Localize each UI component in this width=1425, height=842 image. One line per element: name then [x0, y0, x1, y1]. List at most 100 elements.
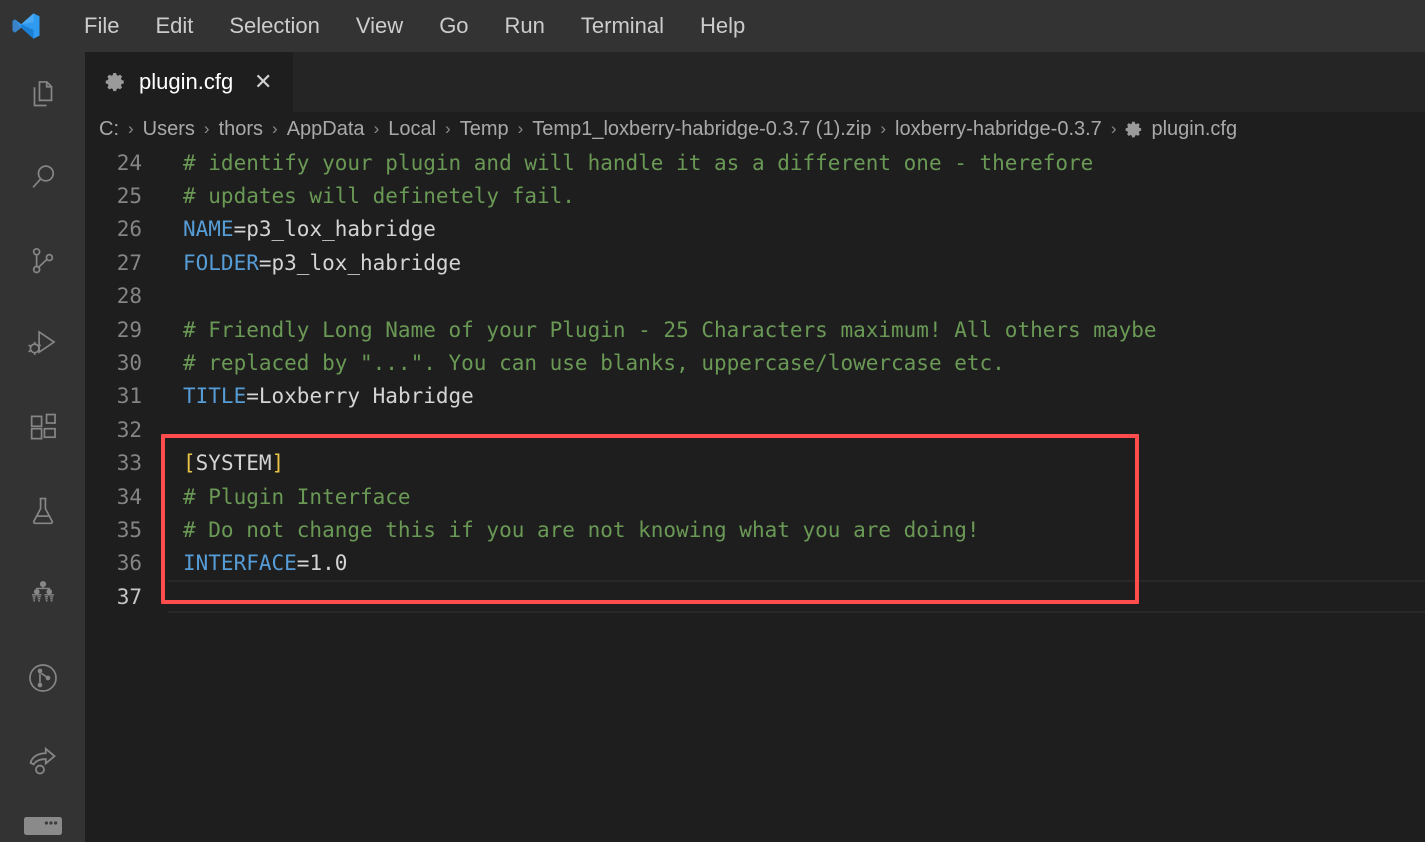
close-icon[interactable]: ✕	[251, 70, 275, 94]
token-section: SYSTEM	[195, 451, 272, 476]
activitybar-item-search[interactable]	[0, 135, 85, 218]
remote-window-icon	[23, 815, 63, 837]
code-line[interactable]: 37	[85, 580, 1425, 614]
activitybar-item-explorer[interactable]	[0, 52, 85, 135]
breadcrumb-item-temp[interactable]: Temp	[460, 118, 509, 141]
code-line[interactable]: 32	[85, 413, 1425, 446]
code-line[interactable]: 26 NAME=p3_lox_habridge	[85, 213, 1425, 246]
breadcrumb-separator: ›	[272, 119, 278, 138]
line-number: 24	[116, 150, 142, 175]
activitybar-item-testing[interactable]	[0, 469, 85, 552]
breadcrumb-separator: ›	[373, 119, 380, 138]
vscode-logo-icon	[0, 0, 52, 52]
code-line-text: # replaced by "...". You can use blanks,…	[155, 351, 1005, 375]
code-line-text: # Do not change this if you are not know…	[155, 518, 980, 542]
code-line[interactable]: 30 # replaced by "...". You can use blank…	[85, 346, 1425, 379]
menu-item-edit[interactable]: Edit	[137, 0, 211, 52]
code-line[interactable]: 33 [SYSTEM]	[85, 447, 1425, 480]
token-comment: # Plugin Interface	[183, 484, 411, 509]
token-comment: # updates will definetely fail.	[183, 184, 575, 209]
code-line[interactable]: 28	[85, 280, 1425, 313]
line-number: 29	[116, 317, 142, 342]
code-line[interactable]: 24 # identify your plugin and will handle…	[85, 146, 1425, 179]
line-number: 34	[116, 484, 142, 509]
line-number: 25	[116, 184, 142, 209]
breadcrumb-separator: ›	[128, 119, 134, 138]
tab-plugin-cfg[interactable]: plugin.cfg ✕	[85, 52, 294, 112]
code-line-text: # identify your plugin and will handle i…	[155, 151, 1093, 175]
code-line-text: FOLDER=p3_lox_habridge	[155, 251, 461, 275]
gear-icon	[1125, 120, 1144, 139]
token-key: FOLDER	[183, 250, 259, 275]
line-number: 33	[116, 451, 142, 476]
code-line[interactable]: 36 INTERFACE=1.0	[85, 547, 1425, 580]
beaker-icon	[26, 494, 60, 528]
token-comment: # Do not change this if you are not know…	[183, 517, 980, 542]
breadcrumb-item-zip[interactable]: Temp1_loxberry-habridge-0.3.7 (1).zip	[532, 118, 871, 141]
token-eq: =	[258, 250, 272, 275]
code-line[interactable]: 27 FOLDER=p3_lox_habridge	[85, 246, 1425, 279]
tab-label: plugin.cfg	[139, 69, 234, 94]
activitybar-item-source-control[interactable]	[0, 219, 85, 302]
current-line-highlight	[168, 580, 1425, 614]
line-number: 37	[116, 584, 142, 609]
code-line-text: NAME=p3_lox_habridge	[155, 217, 436, 241]
menu-item-help[interactable]: Help	[682, 0, 763, 52]
code-line-text: [SYSTEM]	[155, 451, 284, 475]
source-control-icon	[26, 244, 60, 278]
breadcrumb-separator: ›	[445, 119, 451, 138]
git-graph-circle-icon	[25, 660, 61, 696]
menu-item-selection[interactable]: Selection	[211, 0, 338, 52]
activitybar-item-run-debug[interactable]	[0, 302, 85, 385]
activitybar-item-extensions[interactable]	[0, 386, 85, 469]
line-number: 36	[116, 551, 142, 576]
token-bracket: [	[183, 451, 196, 476]
activitybar-item-share[interactable]	[0, 719, 85, 802]
menu-bar: File Edit Selection View Go Run Terminal…	[66, 0, 763, 52]
breadcrumb-item-local[interactable]: Local	[388, 118, 436, 141]
editor-group: plugin.cfg ✕ C: › Users › thors › AppDat…	[85, 52, 1425, 842]
code-line[interactable]: 31 TITLE=Loxberry Habridge	[85, 380, 1425, 413]
breadcrumb-separator: ›	[1110, 119, 1117, 138]
run-and-debug-icon	[25, 326, 61, 362]
activity-bar	[0, 52, 85, 842]
activitybar-item-hierarchy[interactable]	[0, 553, 85, 636]
line-number: 32	[116, 417, 142, 442]
code-line-text: # updates will definetely fail.	[155, 184, 575, 208]
menu-item-run[interactable]: Run	[487, 0, 563, 52]
token-key: INTERFACE	[183, 551, 297, 576]
menu-item-go[interactable]: Go	[421, 0, 486, 52]
code-line[interactable]: 25 # updates will definetely fail.	[85, 179, 1425, 212]
token-key: TITLE	[183, 384, 247, 409]
breadcrumb-item-appdata[interactable]: AppData	[287, 118, 365, 141]
code-lines-container: 24 # identify your plugin and will handle…	[85, 146, 1425, 842]
token-eq: =	[246, 384, 259, 409]
breadcrumb-item-users[interactable]: Users	[143, 118, 195, 141]
vscode-window: File Edit Selection View Go Run Terminal…	[0, 0, 1425, 842]
breadcrumb-item-file[interactable]: plugin.cfg	[1125, 118, 1237, 141]
menu-item-view[interactable]: View	[338, 0, 421, 52]
code-line[interactable]: 35 # Do not change this if you are not kn…	[85, 513, 1425, 546]
activitybar-item-git-graph[interactable]	[0, 636, 85, 719]
code-line[interactable]: 34 # Plugin Interface	[85, 480, 1425, 513]
line-number: 30	[116, 351, 142, 376]
breadcrumb: C: › Users › thors › AppData › Local › T…	[85, 112, 1425, 146]
breadcrumb-separator: ›	[203, 119, 210, 138]
code-line[interactable]: 29 # Friendly Long Name of your Plugin - …	[85, 313, 1425, 346]
token-comment: # Friendly Long Name of your Plugin - 25…	[183, 317, 1157, 342]
breadcrumb-file-label: plugin.cfg	[1151, 117, 1238, 140]
menu-item-file[interactable]: File	[66, 0, 137, 52]
breadcrumb-item-drive[interactable]: C:	[99, 118, 119, 141]
line-number: 31	[116, 384, 142, 409]
breadcrumb-separator: ›	[880, 119, 887, 138]
breadcrumb-item-folder[interactable]: loxberry-habridge-0.3.7	[895, 118, 1102, 141]
share-arrow-icon	[25, 743, 61, 779]
breadcrumb-item-thors[interactable]: thors	[219, 118, 263, 141]
token-num: 1.0	[309, 551, 348, 576]
menu-item-terminal[interactable]: Terminal	[563, 0, 682, 52]
code-line-text: # Friendly Long Name of your Plugin - 25…	[155, 318, 1157, 342]
line-number: 26	[116, 217, 142, 242]
editor-code-area[interactable]: 24 # identify your plugin and will handle…	[85, 146, 1425, 842]
activitybar-item-remote[interactable]	[0, 803, 85, 842]
token-bracket: ]	[271, 451, 285, 476]
